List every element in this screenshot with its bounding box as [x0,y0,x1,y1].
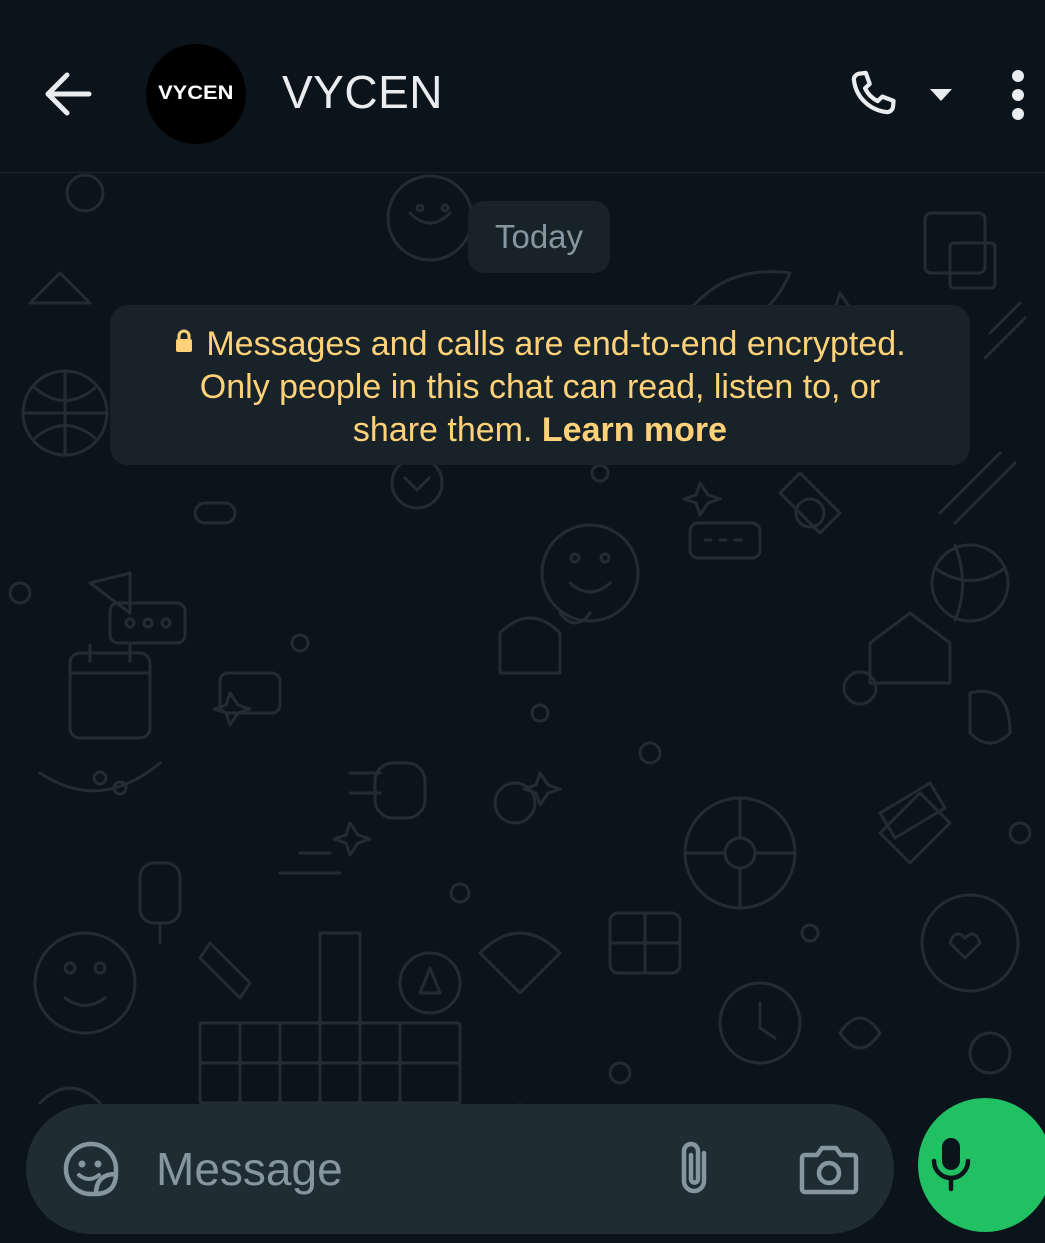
contact-name[interactable]: VYCEN [282,64,443,120]
call-options-dropdown[interactable] [918,76,964,114]
back-button[interactable] [30,60,106,128]
message-input[interactable] [156,1134,646,1204]
encryption-notice-text-3: share them. [352,411,533,449]
encryption-notice-text-1: Messages and calls are end-to-end encryp… [206,325,906,363]
date-separator: Today [468,201,610,273]
avatar[interactable]: VYCEN [146,44,246,144]
lock-icon [176,329,193,352]
avatar-logo-text: VYCEN [158,83,234,104]
caret-down-icon [930,89,952,101]
learn-more-link[interactable]: Learn more [542,411,727,449]
voice-call-button[interactable] [838,62,908,128]
chat-screen: VYCEN VYCEN Today Messages and calls are… [0,0,1045,1243]
phone-icon [851,70,896,115]
attach-button[interactable] [664,1136,724,1202]
camera-icon [799,1145,859,1195]
encryption-notice[interactable]: Messages and calls are end-to-end encryp… [110,305,970,465]
more-vertical-icon [1012,70,1024,120]
chat-header: VYCEN VYCEN [0,0,1045,173]
microphone-icon [931,1138,971,1192]
voice-message-button[interactable] [918,1098,1045,1232]
camera-button[interactable] [794,1136,864,1202]
message-composer [26,1104,894,1234]
encryption-notice-line-3: share them. Learn more [110,409,970,452]
arrow-left-icon [45,72,92,116]
chat-area[interactable]: Today Messages and calls are end-to-end … [0,173,1045,1243]
sticker-button[interactable] [60,1138,122,1200]
sticker-icon [63,1141,119,1197]
encryption-notice-line-1: Messages and calls are end-to-end encryp… [110,323,970,366]
more-options-button[interactable] [994,62,1042,128]
encryption-notice-line-2: Only people in this chat can read, liste… [199,368,881,406]
paperclip-icon [681,1141,707,1194]
